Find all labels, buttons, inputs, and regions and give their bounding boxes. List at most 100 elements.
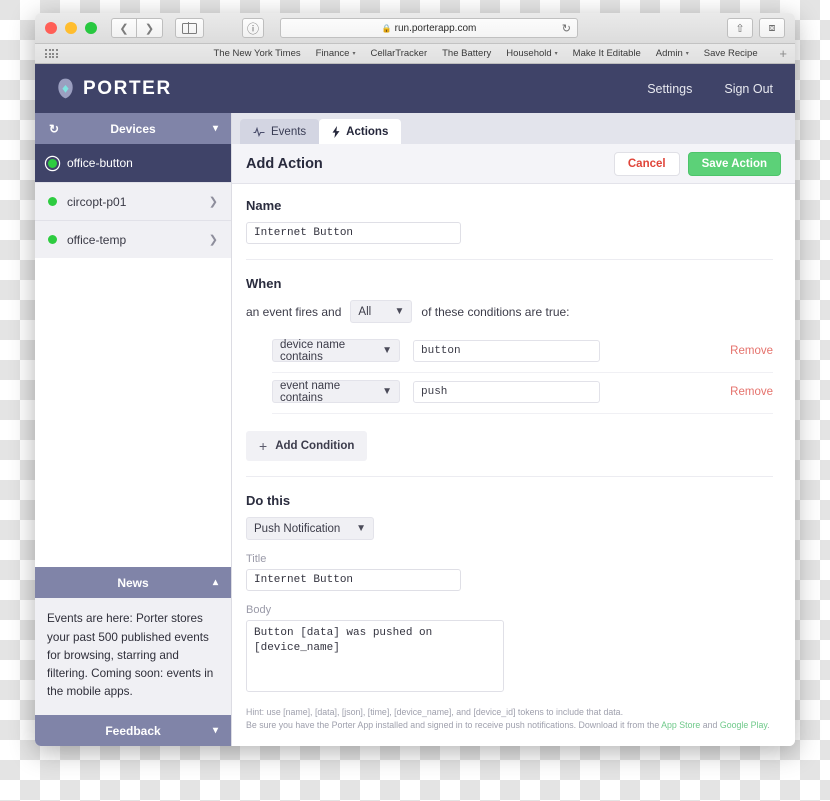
bookmark-household[interactable]: Household ▾ — [506, 48, 557, 59]
app-store-link[interactable]: App Store — [661, 720, 700, 730]
sign-out-link[interactable]: Sign Out — [724, 82, 773, 96]
share-button[interactable]: ⇧ — [727, 18, 753, 38]
bookmark-label: CellarTracker — [370, 48, 428, 59]
apps-grid-icon[interactable] — [45, 49, 58, 58]
condition-field-select[interactable]: device name contains ▼ — [272, 339, 400, 363]
window-controls — [45, 22, 97, 34]
chevron-down-icon: ▼ — [356, 523, 366, 534]
device-item-office-temp[interactable]: office-temp ❯ — [35, 220, 231, 258]
sidebar-toggle-icon — [182, 22, 197, 34]
sidebar-toggle-button[interactable] — [175, 18, 204, 38]
condition-field-value: event name contains — [280, 379, 341, 404]
remove-condition-link[interactable]: Remove — [730, 386, 773, 398]
bookmark-cellartracker[interactable]: CellarTracker — [370, 48, 427, 59]
show-tabs-button[interactable]: ⧈ — [759, 18, 785, 38]
bookmark-label: Make It Editable — [572, 48, 641, 59]
device-name: office-temp — [67, 232, 127, 247]
new-tab-button[interactable]: + — [779, 46, 787, 61]
tab-events[interactable]: Events — [240, 119, 320, 144]
forward-button[interactable]: ❯ — [137, 18, 163, 38]
action-type-select[interactable]: Push Notification ▼ — [246, 517, 374, 540]
hint-line-2-mid: and — [700, 719, 720, 730]
device-item-office-button[interactable]: office-button — [35, 144, 231, 182]
header-links: Settings Sign Out — [647, 82, 773, 96]
devices-panel-title: Devices — [110, 121, 156, 136]
chevron-right-icon: ❯ — [208, 196, 218, 208]
status-dot-online — [48, 197, 57, 206]
action-form: Name When an event fires and All ▼ of th… — [232, 184, 795, 746]
conditions-list: device name contains ▼ Remove event name… — [246, 339, 773, 414]
bookmark-save-recipe[interactable]: Save Recipe — [704, 48, 758, 59]
header-actions: Cancel Save Action — [613, 151, 781, 176]
tab-bar: Events Actions — [232, 113, 795, 144]
bookmark-make-it-editable[interactable]: Make It Editable — [573, 48, 641, 59]
device-item-circopt-p01[interactable]: circopt-p01 ❯ — [35, 182, 231, 220]
notification-body-textarea[interactable]: Button [data] was pushed on [device_name… — [246, 620, 504, 692]
when-section-label: When — [246, 276, 282, 291]
condition-value-input[interactable] — [413, 380, 600, 403]
save-action-button[interactable]: Save Action — [687, 151, 781, 176]
chevron-right-icon: ❯ — [208, 234, 218, 246]
devices-panel-header[interactable]: ↻ Devices ▾ — [35, 113, 231, 144]
navigation-buttons: ❮ ❯ — [111, 18, 163, 38]
settings-link[interactable]: Settings — [647, 82, 692, 96]
condition-value-input[interactable] — [413, 339, 600, 362]
news-panel-header[interactable]: News ▴ — [35, 567, 231, 599]
show-tabs-icon: ⧈ — [768, 21, 776, 34]
when-row: an event fires and All ▼ of these condit… — [246, 300, 773, 323]
add-condition-label: Add Condition — [275, 440, 355, 452]
maximize-window-button[interactable] — [85, 22, 97, 34]
bookmark-label: Save Recipe — [703, 48, 758, 59]
brand-logo[interactable]: PORTER — [57, 78, 172, 100]
condition-row: device name contains ▼ Remove — [272, 339, 773, 373]
when-suffix-text: of these conditions are true: — [421, 304, 570, 319]
lightning-icon — [332, 125, 340, 138]
close-window-button[interactable] — [45, 22, 57, 34]
body-field-label: Body — [246, 604, 272, 616]
hint-text: Hint: use [name], [data], [json], [time]… — [246, 706, 773, 732]
body-field-group: Body Button [data] was pushed on [device… — [246, 604, 773, 697]
reload-icon[interactable]: ↻ — [562, 22, 571, 35]
hint-line-2: Be sure you have the Porter App installe… — [246, 719, 773, 732]
remove-condition-link[interactable]: Remove — [730, 345, 773, 357]
refresh-icon[interactable]: ↻ — [49, 122, 59, 136]
chevron-down-icon: ▼ — [394, 306, 405, 317]
name-input[interactable] — [246, 222, 461, 244]
match-type-select[interactable]: All ▼ — [350, 300, 413, 323]
match-type-value: All — [358, 305, 372, 318]
status-dot-online — [48, 158, 57, 168]
bookmark-admin[interactable]: Admin ▾ — [656, 48, 689, 59]
hint-line-1: Hint: use [name], [data], [json], [time]… — [246, 707, 624, 717]
notification-title-input[interactable] — [246, 569, 461, 591]
bookmark-the-battery[interactable]: The Battery — [442, 48, 491, 59]
feedback-panel-header[interactable]: Feedback ▾ — [35, 715, 231, 746]
reader-view-button[interactable]: ⓘ — [242, 18, 264, 38]
porter-app: PORTER Settings Sign Out ↻ Devices ▾ off… — [35, 64, 795, 746]
title-field-group: Title — [246, 553, 773, 591]
chevron-down-icon[interactable]: ▾ — [213, 123, 218, 134]
add-condition-button[interactable]: + Add Condition — [246, 431, 368, 461]
hint-line-2-pre: Be sure you have the Porter App installe… — [246, 719, 662, 730]
back-button[interactable]: ❮ — [111, 18, 137, 38]
pulse-icon — [253, 126, 265, 137]
page-title: Add Action — [246, 155, 323, 172]
tab-actions[interactable]: Actions — [319, 119, 402, 144]
chevron-down-icon: ▾ — [352, 51, 356, 57]
bookmark-label: Admin — [655, 48, 683, 59]
chevron-up-icon[interactable]: ▴ — [213, 577, 218, 588]
condition-field-select[interactable]: event name contains ▼ — [272, 379, 400, 404]
chevron-down-icon[interactable]: ▾ — [213, 725, 218, 736]
name-section-label: Name — [246, 198, 282, 213]
sidebar-spacer — [35, 258, 231, 568]
google-play-link[interactable]: Google Play — [720, 720, 767, 730]
bookmark-nyt[interactable]: The New York Times — [214, 48, 301, 59]
address-bar[interactable]: 🔒 run.porterapp.com ↻ — [280, 18, 578, 38]
cancel-button[interactable]: Cancel — [613, 151, 680, 176]
reader-view-icon: ⓘ — [246, 21, 259, 36]
lock-icon: 🔒 — [381, 23, 392, 33]
bookmark-finance[interactable]: Finance ▾ — [316, 48, 356, 59]
content-header: Add Action Cancel Save Action — [232, 144, 795, 184]
minimize-window-button[interactable] — [65, 22, 77, 34]
hint-line-2-end: . — [767, 719, 770, 730]
tab-label: Actions — [346, 125, 389, 138]
